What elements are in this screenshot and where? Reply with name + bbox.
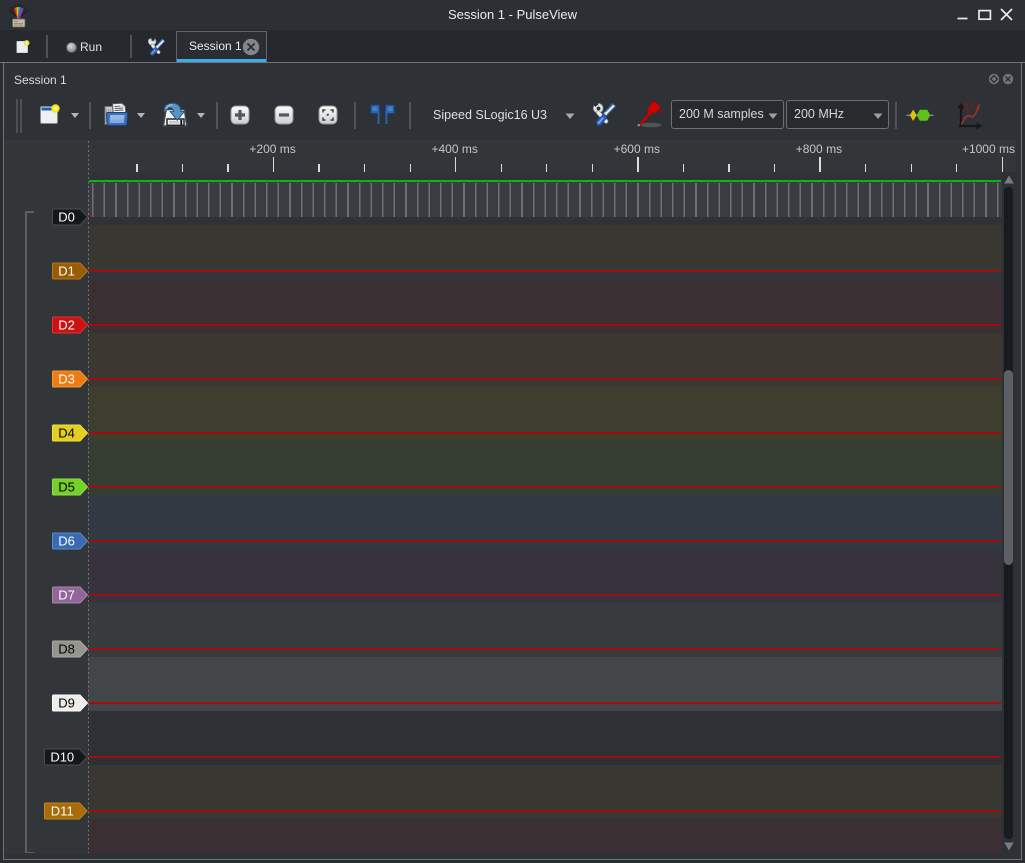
svg-text:D2: D2 — [58, 318, 75, 333]
svg-text:D1: D1 — [58, 264, 75, 279]
svg-text:D4: D4 — [58, 426, 75, 441]
svg-text:D3: D3 — [58, 372, 75, 387]
svg-text:D6: D6 — [58, 534, 75, 549]
svg-text:D5: D5 — [58, 480, 75, 495]
svg-text:D11: D11 — [51, 804, 74, 819]
svg-text:D8: D8 — [58, 642, 75, 657]
svg-text:D0: D0 — [58, 210, 75, 225]
svg-text:D9: D9 — [58, 696, 75, 711]
svg-text:D7: D7 — [58, 588, 75, 603]
svg-text:D10: D10 — [50, 750, 74, 765]
